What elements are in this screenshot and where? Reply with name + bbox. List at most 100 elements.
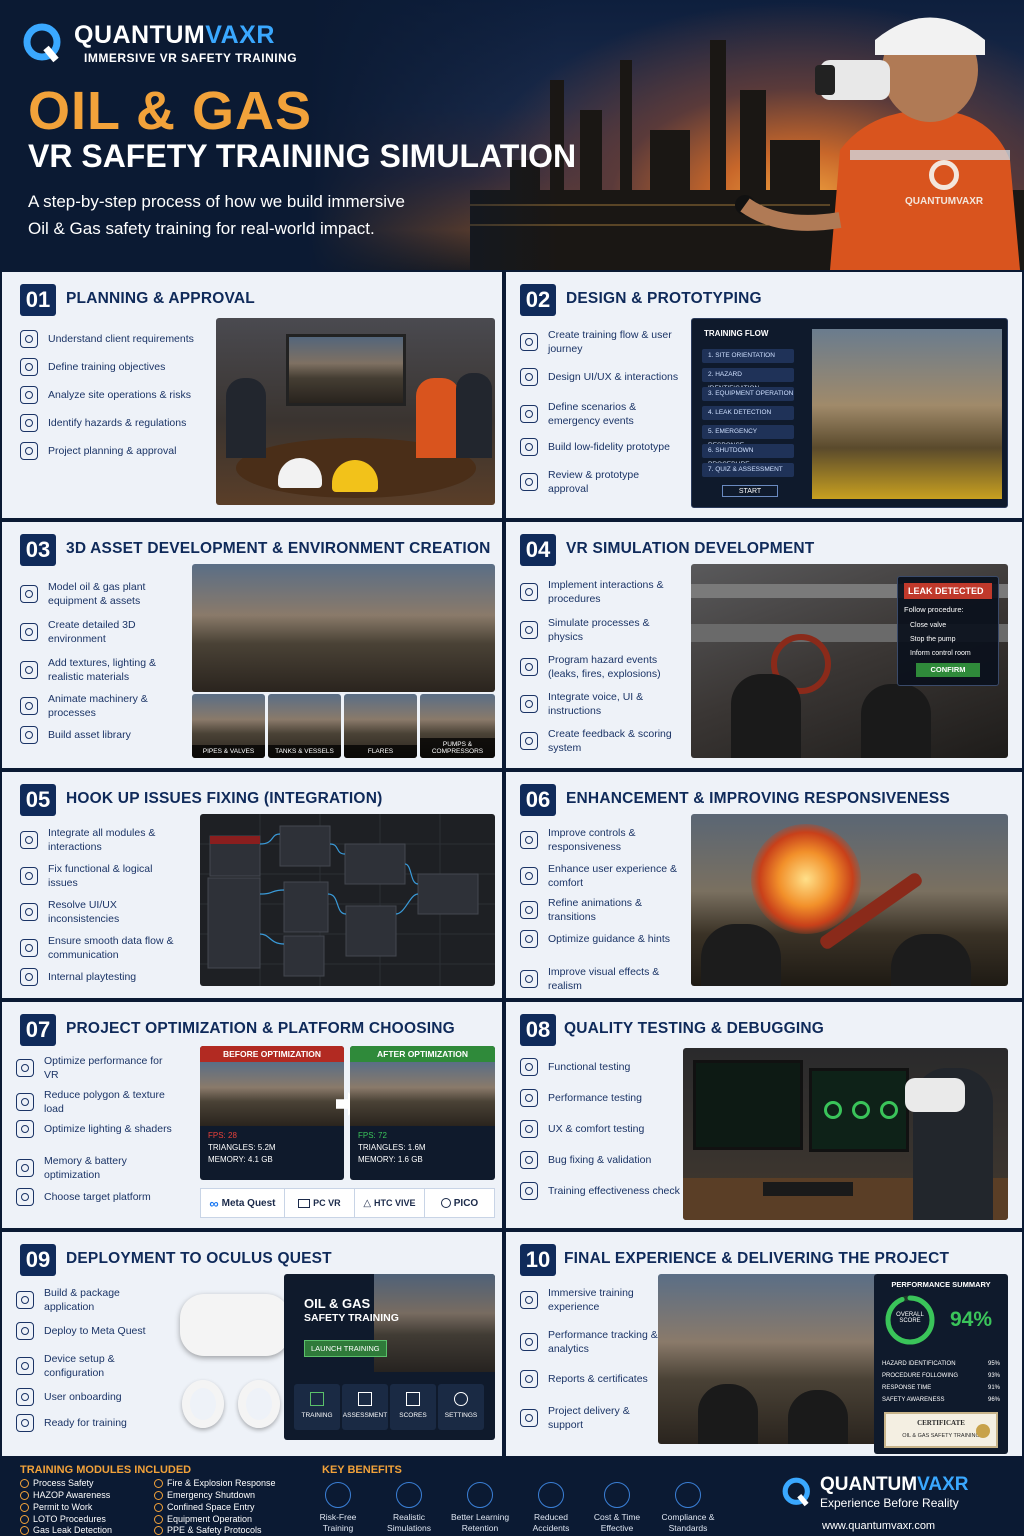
playtest-icon	[20, 968, 38, 986]
list-item: Ready for training	[16, 1414, 161, 1432]
animation-icon	[520, 901, 538, 919]
tab-training[interactable]: TRAINING	[294, 1384, 340, 1430]
node-graph-editor	[200, 814, 495, 986]
analysis-icon	[20, 386, 38, 404]
hazard-event-icon	[520, 658, 538, 676]
overall-score: 94%	[950, 1308, 993, 1331]
flow-item[interactable]: 3. EQUIPMENT OPERATION	[702, 387, 794, 401]
interaction-icon	[520, 583, 538, 601]
ready-icon	[16, 1414, 34, 1432]
tab-scores[interactable]: SCORES	[390, 1384, 436, 1430]
flow-icon	[520, 333, 538, 351]
meeting-room-image	[216, 318, 495, 505]
step-card-04: 04 VR SIMULATION DEVELOPMENT Implement i…	[506, 522, 1022, 768]
module-icon	[20, 831, 38, 849]
scenario-icon	[520, 405, 538, 423]
list-item: Reduce polygon & texture load	[16, 1088, 176, 1116]
approval-icon	[520, 473, 538, 491]
list-item: Performance testing	[520, 1089, 680, 1107]
step-number: 10	[520, 1244, 556, 1276]
checklist-icon	[20, 330, 38, 348]
flow-item[interactable]: 4. LEAK DETECTION	[702, 406, 794, 420]
step-title: QUALITY TESTING & DEBUGGING	[564, 1020, 825, 1037]
step-card-03: 03 3D ASSET DEVELOPMENT & ENVIRONMENT CR…	[2, 522, 502, 768]
slogan: Experience Before Reality	[820, 1496, 959, 1510]
modules-title: TRAINING MODULES INCLUDED	[20, 1464, 192, 1476]
flow-item[interactable]: 6. SHUTDOWN PROCEDURE	[702, 444, 794, 468]
flow-item[interactable]: 7. QUIZ & ASSESSMENT	[702, 463, 794, 477]
scoring-icon	[520, 732, 538, 750]
step-card-02: 02 DESIGN & PROTOTYPING Create training …	[506, 272, 1022, 518]
flow-item[interactable]: 2. HAZARD IDENTIFICATION	[702, 368, 794, 392]
launch-training-button[interactable]: LAUNCH TRAINING	[304, 1340, 387, 1357]
prototype-preview	[812, 329, 1002, 499]
module-item: Gas Leak Detection	[20, 1525, 112, 1535]
step-card-08: 08 QUALITY TESTING & DEBUGGING Functiona…	[506, 1002, 1022, 1228]
list-item: Project planning & approval	[20, 442, 200, 460]
list-item: Simulate processes & physics	[520, 616, 680, 644]
cube-icon	[20, 585, 38, 603]
platform-pc-vr[interactable]: PC VR	[285, 1189, 355, 1217]
platform-meta-quest[interactable]: ∞ Meta Quest	[201, 1189, 285, 1217]
step-card-05: 05 HOOK UP ISSUES FIXING (INTEGRATION) I…	[2, 772, 502, 998]
vr-headset-icon	[396, 1482, 422, 1508]
platform-htc-vive[interactable]: △ HTC VIVE	[355, 1189, 425, 1217]
step-number: 07	[20, 1014, 56, 1046]
deploy-icon	[16, 1322, 34, 1340]
step-card-09: 09 DEPLOYMENT TO OCULUS QUEST Build & pa…	[2, 1232, 502, 1456]
brain-icon	[467, 1482, 493, 1508]
list-item: Add textures, lighting & realistic mater…	[20, 656, 185, 684]
module-item: Equipment Operation	[154, 1514, 252, 1524]
hero-banner: QUANTUMVAXR QUANTUMVAXR IMMERSIVE VR SAF…	[0, 0, 1024, 270]
accident-icon	[538, 1482, 564, 1508]
module-item: Emergency Shutdown	[154, 1490, 255, 1500]
platform-bar: ∞ Meta Quest PC VR △ HTC VIVE PICO	[200, 1188, 495, 1218]
seal-icon	[976, 1424, 990, 1438]
confirm-button[interactable]: CONFIRM	[916, 663, 980, 677]
asset-thumb: PUMPS & COMPRESSORS	[420, 694, 495, 758]
list-item: Model oil & gas plant equipment & assets	[20, 580, 185, 608]
before-optimization-panel: BEFORE OPTIMIZATION FPS: 28 TRIANGLES: 5…	[200, 1046, 344, 1180]
website-link[interactable]: www.quantumvaxr.com	[822, 1520, 935, 1532]
list-item: Device setup & configuration	[16, 1352, 161, 1380]
voice-icon	[520, 695, 538, 713]
flow-item[interactable]: 5. EMERGENCY RESPONSE	[702, 425, 794, 449]
asset-thumb: FLARES	[344, 694, 417, 758]
list-item: Improve visual effects & realism	[520, 965, 680, 993]
flow-title: TRAINING FLOW	[704, 329, 769, 338]
scores-icon	[406, 1392, 420, 1406]
list-item: Program hazard events (leaks, fires, exp…	[520, 653, 680, 681]
steps-grid: 01 PLANNING & APPROVAL Understand client…	[0, 270, 1024, 1458]
performance-icon	[16, 1059, 34, 1077]
perf-row: RESPONSE TIME 91%	[882, 1385, 1000, 1391]
fire-extinguisher-scene	[691, 814, 1008, 986]
leak-alert-panel: LEAK DETECTED Follow procedure: Close va…	[897, 576, 999, 686]
step-title: PLANNING & APPROVAL	[66, 290, 255, 307]
hero-description: A step-by-step process of how we build i…	[28, 192, 405, 238]
platform-pico[interactable]: PICO	[425, 1189, 494, 1217]
list-item: Review & prototype approval	[520, 468, 680, 496]
list-item: Build & package application	[16, 1286, 161, 1314]
worker-with-vr-headset	[735, 17, 1020, 270]
benefits-title: KEY BENEFITS	[322, 1464, 402, 1476]
step-number: 09	[20, 1244, 56, 1276]
module-item: Permit to Work	[20, 1502, 92, 1512]
list-item: Create training flow & user journey	[520, 328, 680, 356]
meta-infinity-icon: ∞	[209, 1195, 219, 1211]
vr-glove-right	[861, 684, 931, 758]
start-button[interactable]: START	[722, 485, 778, 497]
benefit-item: Cost & Time Effective	[585, 1482, 649, 1534]
tab-assessment[interactable]: ASSESSMENT	[342, 1384, 388, 1430]
module-item: Confined Space Entry	[154, 1502, 255, 1512]
certificate: CERTIFICATE OIL & GAS SAFETY TRAINING	[884, 1412, 998, 1448]
flow-item[interactable]: 1. SITE ORIENTATION	[702, 349, 794, 363]
step-number: 02	[520, 284, 556, 316]
vr-headset-icon	[905, 1078, 965, 1112]
immersive-icon	[520, 1291, 538, 1309]
memory-icon	[16, 1159, 34, 1177]
app-title: OIL & GAS	[304, 1296, 371, 1311]
guidance-icon	[520, 930, 538, 948]
tab-settings[interactable]: SETTINGS	[438, 1384, 484, 1430]
alert-title: LEAK DETECTED	[904, 583, 992, 599]
list-item: Integrate voice, UI & instructions	[520, 690, 680, 718]
